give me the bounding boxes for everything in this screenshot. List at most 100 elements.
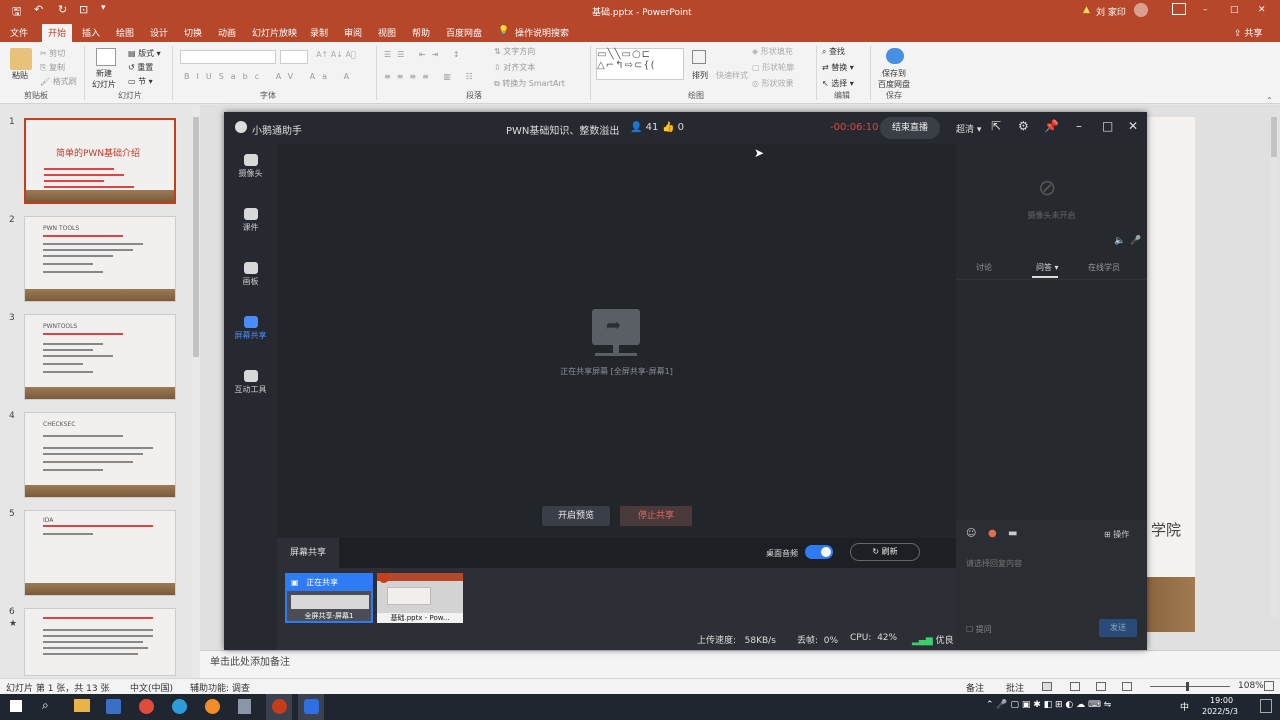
quality-select[interactable]: 超清 ▾	[956, 122, 981, 135]
nav-interactive-tools[interactable]: 互动工具	[224, 370, 277, 395]
user-name[interactable]: 刘 家印	[1096, 5, 1126, 18]
tab-draw[interactable]: 绘图	[116, 26, 134, 39]
arrange-button[interactable]: 排列	[692, 70, 708, 81]
slide-thumbnail-1[interactable]: 简单的PWN基础介绍	[24, 118, 176, 204]
ask-checkbox[interactable]: ☐ 提问	[966, 624, 992, 635]
font-name-field[interactable]	[180, 50, 276, 64]
close-button[interactable]: ✕	[1258, 5, 1266, 15]
shape-outline-button[interactable]: ▢ 形状轮廓	[752, 62, 794, 73]
slideshow-icon[interactable]	[1122, 682, 1132, 691]
font-size-field[interactable]	[280, 50, 308, 64]
shapes-gallery[interactable]: ▭╲╲▭○⊏ △⌐↰⇨⊂{(	[596, 48, 684, 80]
start-button[interactable]	[10, 700, 22, 712]
save-icon[interactable]: 🖫	[12, 3, 21, 22]
accessibility-status[interactable]: 辅助功能: 调查	[190, 681, 250, 694]
tab-slideshow[interactable]: 幻灯片放映	[252, 26, 297, 39]
tab-screen-share[interactable]: 屏幕共享	[277, 538, 339, 568]
notification-icon[interactable]	[1260, 699, 1272, 713]
section-button[interactable]: ▭ 节 ▾	[128, 76, 153, 87]
stop-share-button[interactable]: 停止共享	[620, 506, 692, 526]
notes-placeholder[interactable]: 单击此处添加备注	[210, 653, 290, 668]
normal-view-icon[interactable]	[1042, 682, 1052, 691]
warning-icon[interactable]: ▲	[1083, 5, 1090, 15]
nav-whiteboard[interactable]: 画板	[224, 262, 277, 287]
slide-thumbnail-2[interactable]: PWN TOOLS	[24, 216, 176, 302]
search-icon[interactable]: ⌕	[42, 698, 49, 713]
tab-transitions[interactable]: 切换	[184, 26, 202, 39]
notes-toggle[interactable]: 备注	[966, 681, 984, 694]
tab-design[interactable]: 设计	[150, 26, 168, 39]
tab-view[interactable]: 视图	[378, 26, 396, 39]
send-button[interactable]: 发送	[1099, 619, 1137, 637]
tab-discussion[interactable]: 讨论	[976, 262, 992, 273]
gift-icon[interactable]: ●	[988, 528, 997, 539]
nav-camera[interactable]: 摄像头	[224, 154, 277, 179]
paragraph-align-icons[interactable]: ≡≡≡≡ ▥ ☷	[384, 72, 479, 81]
clock-time[interactable]: 19:00	[1210, 696, 1233, 705]
quick-styles-button[interactable]: 快速样式	[716, 70, 748, 81]
tab-review[interactable]: 审阅	[344, 26, 362, 39]
tab-baidu[interactable]: 百度网盘	[446, 26, 482, 39]
tab-insert[interactable]: 插入	[82, 26, 100, 39]
new-slide-button[interactable]: 新建 幻灯片	[92, 68, 116, 90]
tab-qa[interactable]: 问答 ▾	[1036, 262, 1059, 273]
language-status[interactable]: 中文(中国)	[130, 681, 173, 694]
slide-canvas[interactable]: 学院	[1147, 117, 1195, 632]
tab-animations[interactable]: 动画	[218, 26, 236, 39]
zoom-slider[interactable]	[1150, 686, 1230, 687]
share-source-fullscreen[interactable]: ▣ 正在共享 全屏共享-屏幕1	[285, 573, 373, 623]
find-button[interactable]: ⌕ 查找	[822, 46, 845, 57]
slide-thumbnail-3[interactable]: PWNTOOLS	[24, 314, 176, 400]
editor-scrollbar[interactable]	[1270, 117, 1278, 617]
slide-thumbnail-6[interactable]	[24, 608, 176, 676]
thumbnail-scrollbar[interactable]	[192, 105, 200, 677]
slide-sorter-icon[interactable]	[1070, 682, 1080, 691]
app-icon[interactable]	[106, 699, 121, 714]
share-out-icon[interactable]: ⇱	[991, 119, 1001, 133]
emoji-icon[interactable]: ☺	[966, 528, 976, 539]
slide-thumbnail-4[interactable]: CHECKSEC	[24, 412, 176, 498]
file-explorer-icon[interactable]	[74, 699, 90, 712]
shape-fill-button[interactable]: ◈ 形状填充	[752, 46, 793, 57]
microphone-icon[interactable]: 🎤	[1130, 236, 1141, 246]
font-format-icons[interactable]: BIUSabc AV Aa A	[184, 72, 356, 81]
folder-icon[interactable]: ▬	[1008, 528, 1017, 539]
nav-courseware[interactable]: 课件	[224, 208, 277, 233]
share-source-powerpoint[interactable]: 基础.pptx - Pow...	[377, 573, 463, 623]
tab-home[interactable]: 开始	[42, 24, 73, 42]
slide-thumbnail-5[interactable]: IDA	[24, 510, 176, 596]
smartart-button[interactable]: ⧉ 转换为 SmartArt	[494, 78, 565, 89]
comments-toggle[interactable]: 批注	[1006, 681, 1024, 694]
chrome-icon[interactable]	[139, 699, 154, 714]
tab-file[interactable]: 文件	[10, 26, 28, 39]
zoom-slider-thumb[interactable]	[1186, 682, 1189, 691]
edge-icon[interactable]	[172, 699, 187, 714]
shape-effect-button[interactable]: ◎ 形状效果	[752, 78, 794, 89]
notes-pane[interactable]: 单击此处添加备注	[200, 650, 1280, 678]
ime-indicator[interactable]: 中	[1180, 700, 1189, 713]
calculator-icon[interactable]	[238, 699, 251, 714]
save-to-baidu-button[interactable]: 保存到 百度网盘	[878, 68, 910, 90]
more-ops-button[interactable]: ⊞ 操作	[1104, 529, 1129, 540]
fit-slide-icon[interactable]	[1264, 681, 1274, 691]
redo-icon[interactable]: ↻	[58, 3, 67, 16]
arrange-icon[interactable]	[692, 50, 706, 64]
ribbon-display-icon[interactable]	[1172, 3, 1186, 15]
tab-online-students[interactable]: 在线学员	[1088, 262, 1120, 273]
paragraph-list-icons[interactable]: ☰☰ ⇤⇥ ↕	[384, 50, 466, 59]
grow-font-icon[interactable]: A↑ A↓ A⃠	[316, 50, 356, 59]
refresh-button[interactable]: ↻ 刷新	[850, 543, 920, 561]
open-preview-button[interactable]: 开启预览	[542, 506, 610, 526]
pin-icon[interactable]: 📌	[1044, 119, 1059, 133]
xiaoe-taskbar-item[interactable]	[298, 694, 324, 720]
replace-button[interactable]: ⇄ 替换 ▾	[822, 62, 854, 73]
clock-date[interactable]: 2022/5/3	[1202, 707, 1238, 716]
avatar[interactable]	[1134, 3, 1148, 17]
customize-qat-icon[interactable]: ▾	[101, 3, 106, 13]
end-live-button[interactable]: 结束直播	[880, 117, 940, 139]
baidu-cloud-icon[interactable]	[886, 48, 904, 64]
close-app-button[interactable]: ✕	[1128, 119, 1138, 133]
align-text-button[interactable]: ⇳ 对齐文本	[494, 62, 535, 73]
maximize-app-button[interactable]: □	[1102, 119, 1113, 133]
tray-icons[interactable]: ⌃ 🎤 ▢ ▣ ✱ ◧ ⊞ ◐ ☁ ⌨ ⇋	[986, 700, 1111, 710]
